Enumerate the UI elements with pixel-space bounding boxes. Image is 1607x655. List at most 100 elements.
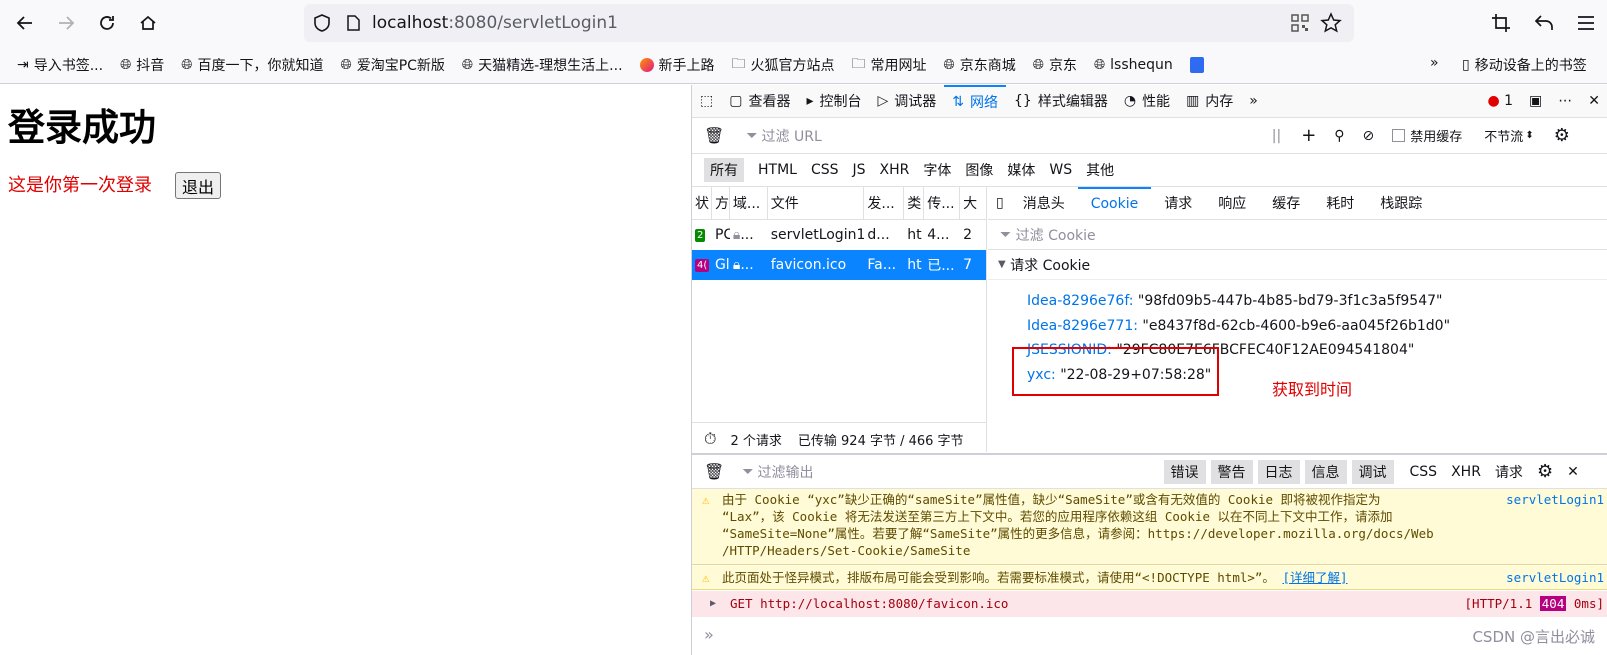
bookmark-baidu[interactable]: 🌐︎ 百度一下，你就知道 (176, 55, 323, 75)
filter-html[interactable]: HTML (758, 162, 797, 178)
bookmark-import[interactable]: ⇥ 导入书签... (12, 55, 103, 75)
bookmark-douyin[interactable]: 🌐︎ 抖音 (115, 55, 164, 75)
level-info[interactable]: 信息 (1304, 459, 1347, 484)
col-initiator[interactable]: 发... (864, 187, 905, 219)
more-bookmarks-icon[interactable]: » (1430, 55, 1439, 71)
filter-xhr[interactable]: XHR (1451, 464, 1481, 480)
filter-xhr[interactable]: XHR (880, 162, 910, 178)
star-bookmark-icon[interactable] (1320, 12, 1342, 34)
tab-timings[interactable]: 耗时 (1313, 187, 1367, 220)
pause-icon[interactable]: || (1272, 128, 1281, 144)
request-cookie-header[interactable]: ▼ 请求 Cookie (988, 250, 1607, 280)
search-icon[interactable]: ⚲ (1334, 128, 1344, 144)
trash-icon[interactable]: 🗑︎ (704, 126, 724, 145)
tab-cookies[interactable]: Cookie (1077, 186, 1152, 220)
cookie-filter-input[interactable]: 过滤 Cookie (1016, 225, 1096, 245)
tab-memory[interactable]: ▥ 内存 (1178, 85, 1241, 118)
add-icon[interactable]: + (1301, 125, 1316, 146)
dock-icon[interactable]: ▣ (1521, 85, 1550, 118)
tab-cache[interactable]: 缓存 (1259, 187, 1313, 220)
tab-request[interactable]: 请求 (1151, 187, 1205, 220)
element-picker-button[interactable]: ⬚ (692, 85, 721, 118)
gear-icon[interactable]: ⚙ (1554, 125, 1570, 146)
filter-css[interactable]: CSS (1410, 464, 1438, 480)
shield-icon[interactable] (312, 13, 332, 33)
cookie-filter[interactable]: ⏷ 过滤 Cookie (988, 220, 1607, 250)
crop-icon[interactable] (1490, 12, 1512, 34)
bookmark-jd-mall[interactable]: 🌐︎ 京东商城 (939, 55, 1016, 75)
console-error[interactable]: ▶ GET http://localhost:8080/favicon.ico … (692, 591, 1607, 617)
bookmark-getting-started[interactable]: 新手上路 (635, 55, 715, 75)
qr-code-icon[interactable] (1290, 13, 1310, 33)
col-method[interactable]: 方 (712, 187, 730, 219)
menu-icon[interactable] (1575, 12, 1597, 34)
bookmark-lsshequn[interactable]: 🌐︎ lsshequn (1089, 57, 1173, 73)
source-link[interactable]: servletLogin1 (1506, 491, 1604, 508)
trash-icon[interactable]: 🗑︎ (704, 462, 724, 481)
url-text[interactable]: localhost:8080/servletLogin1 (372, 13, 618, 33)
reload-button[interactable] (91, 7, 123, 39)
tab-network[interactable]: ⇅ 网络 (944, 84, 1007, 118)
expand-icon[interactable]: ▶ (710, 595, 716, 612)
learn-more-link[interactable]: [详细了解] (1282, 570, 1347, 585)
overflow-menu-icon[interactable]: ⋯ (1550, 85, 1580, 118)
table-row[interactable]: 4( Gl 🔒︎... favicon.ico Fa... ht 已... 7 (692, 250, 986, 280)
tab-stack-trace[interactable]: 栈跟踪 (1367, 187, 1435, 220)
col-file[interactable]: 文件 (768, 187, 865, 219)
tab-inspector[interactable]: ▢ 查看器 (721, 85, 798, 118)
filter-url-input[interactable]: 过滤 URL (762, 126, 822, 146)
filter-images[interactable]: 图像 (965, 160, 993, 180)
forward-button[interactable] (50, 7, 82, 39)
tab-response[interactable]: 响应 (1205, 187, 1259, 220)
gear-icon[interactable]: ⚙ (1537, 461, 1553, 482)
filter-css[interactable]: CSS (811, 162, 839, 178)
close-icon[interactable]: ✕ (1567, 464, 1579, 480)
filter-ws[interactable]: WS (1049, 162, 1072, 178)
col-domain[interactable]: 域... (730, 187, 768, 219)
level-debug[interactable]: 调试 (1351, 459, 1394, 484)
filter-media[interactable]: 媒体 (1007, 160, 1035, 180)
logout-button[interactable]: 退出 (175, 172, 221, 199)
table-row[interactable]: 2 PC 🔒︎... servletLogin1 d... ht 4... 2 (692, 220, 986, 250)
bookmark-doc[interactable] (1185, 56, 1204, 73)
page-icon[interactable] (344, 14, 362, 32)
col-type[interactable]: 类 (904, 187, 925, 219)
block-icon[interactable]: ⊘ (1363, 128, 1375, 144)
filter-other[interactable]: 其他 (1086, 160, 1114, 180)
bookmark-tmall[interactable]: 🌐︎ 天猫精选-理想生活上... (457, 55, 623, 75)
tab-debugger[interactable]: ▷ 调试器 (870, 85, 945, 118)
cookie-row[interactable]: Idea-8296e771: "e8437f8d-62cb-4600-b9e6-… (1027, 318, 1450, 334)
console-filter-input[interactable]: 过滤输出 (758, 462, 814, 482)
more-tabs-icon[interactable]: » (1241, 85, 1266, 118)
source-link[interactable]: servletLogin1 (1506, 569, 1604, 586)
home-button[interactable] (132, 7, 164, 39)
tab-console[interactable]: ▸ 控制台 (798, 85, 869, 118)
bookmark-common-urls[interactable]: 🗀 常用网址 (847, 53, 927, 77)
error-count-badge[interactable]: ● 1 (1479, 85, 1521, 118)
cookie-row[interactable]: Idea-8296e76f: "98fd09b5-447b-4b85-bd79-… (1027, 293, 1442, 309)
throttle-select[interactable]: 不节流 (1484, 126, 1523, 145)
tab-performance[interactable]: ◔ 性能 (1116, 85, 1178, 118)
disable-cache-checkbox[interactable] (1392, 129, 1406, 142)
tab-headers[interactable]: 消息头 (1010, 187, 1078, 220)
col-status[interactable]: 状 (692, 187, 712, 219)
filter-all[interactable]: 所有 (704, 158, 744, 182)
filter-js[interactable]: JS (853, 162, 866, 178)
filter-fonts[interactable]: 字体 (923, 160, 951, 180)
col-size[interactable]: 大 (960, 187, 986, 219)
col-transferred[interactable]: 传... (924, 187, 961, 219)
bookmark-jd[interactable]: 🌐︎ 京东 (1028, 55, 1077, 75)
mobile-bookmarks[interactable]: ▯ 移动设备上的书签 (1457, 55, 1587, 75)
tab-style-editor[interactable]: {} 样式编辑器 (1006, 85, 1116, 118)
bookmark-firefox-site[interactable]: 🗀 火狐官方站点 (727, 53, 835, 77)
level-logs[interactable]: 日志 (1257, 459, 1300, 484)
undo-icon[interactable] (1533, 12, 1555, 34)
toggle-sidebar-icon[interactable]: ▯ (996, 195, 1004, 211)
filter-requests[interactable]: 请求 (1495, 462, 1523, 482)
bookmark-aitaobao[interactable]: 🌐︎ 爱淘宝PC新版 (336, 55, 445, 75)
back-button[interactable] (9, 7, 41, 39)
url-bar[interactable]: localhost:8080/servletLogin1 (304, 4, 1354, 42)
level-warnings[interactable]: 警告 (1210, 459, 1253, 484)
close-devtools-icon[interactable]: ✕ (1580, 85, 1607, 118)
console-input-prompt[interactable]: » (704, 625, 714, 644)
